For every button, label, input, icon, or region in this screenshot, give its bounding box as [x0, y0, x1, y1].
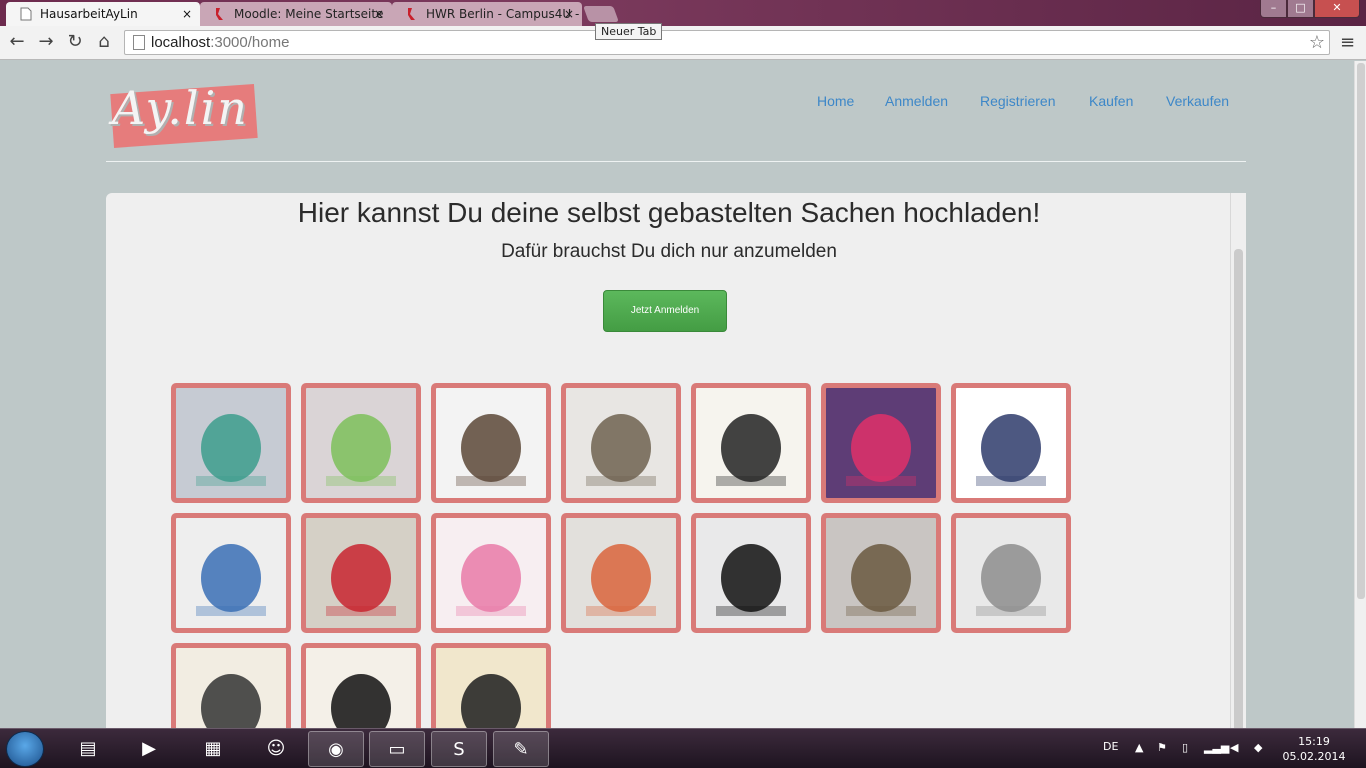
new-tab-tooltip: Neuer Tab: [595, 23, 663, 40]
nav-verkaufen[interactable]: Verkaufen: [1166, 93, 1229, 109]
owl-bed-decal-icon[interactable]: [956, 388, 1066, 498]
browser-titlebar: HausarbeitAyLin × Moodle: Meine Startsei…: [0, 0, 1366, 26]
bookmark-star-icon[interactable]: ☆: [1309, 32, 1325, 53]
tray-expand-icon[interactable]: ▲: [1135, 741, 1143, 754]
tab-hausarbeit[interactable]: HausarbeitAyLin ×: [6, 2, 200, 26]
scarf-icon[interactable]: [566, 388, 676, 498]
tab-close-icon[interactable]: ×: [182, 2, 192, 26]
header-divider: [106, 161, 1246, 162]
new-tab-button[interactable]: [583, 6, 619, 22]
login-cta-button[interactable]: Jetzt Anmelden: [603, 290, 727, 332]
chrome-menu-icon[interactable]: ≡: [1340, 32, 1355, 53]
browser-toolbar: ← → ↻ ⌂ localhost:3000/home ☆ ≡: [0, 26, 1366, 60]
chrome-icon[interactable]: ◉: [308, 731, 364, 767]
nav-kaufen[interactable]: Kaufen: [1089, 93, 1133, 109]
clock-date: 05.02.2014: [1282, 750, 1346, 763]
gallery-card[interactable]: [431, 643, 551, 729]
infinity-tote-icon[interactable]: [696, 518, 806, 628]
toolbox-icon[interactable]: ▦: [185, 731, 241, 767]
tassel-keychain-icon[interactable]: [176, 388, 286, 498]
back-icon[interactable]: ←: [6, 31, 28, 53]
panel-scrollbar[interactable]: [1230, 193, 1246, 729]
pacifier-chain-icon[interactable]: [436, 518, 546, 628]
tab-close-icon[interactable]: ×: [374, 2, 384, 26]
gallery-card[interactable]: [691, 513, 811, 633]
page-icon: [133, 35, 145, 50]
forward-icon[interactable]: →: [35, 31, 57, 53]
gallery-card[interactable]: [561, 513, 681, 633]
volume-icon[interactable]: ◀: [1230, 741, 1238, 754]
hwr-logo-icon: [408, 8, 415, 20]
address-bar[interactable]: localhost:3000/home ☆: [124, 30, 1330, 55]
chevron-pillow-chair-icon[interactable]: [956, 518, 1066, 628]
gallery-card[interactable]: [171, 643, 291, 729]
panel-scrollbar-thumb[interactable]: [1234, 249, 1243, 729]
page-scrollbar-thumb[interactable]: [1357, 63, 1365, 599]
page-title: Hier kannst Du deine selbst gebastelten …: [297, 197, 1041, 228]
start-button[interactable]: [6, 731, 44, 767]
file-explorer-icon[interactable]: ▤: [60, 731, 116, 767]
url-host: localhost: [151, 34, 211, 51]
gallery-card[interactable]: [301, 643, 421, 729]
url-path: :3000/home: [210, 34, 290, 51]
gallery-card[interactable]: [301, 513, 421, 633]
signal-icon[interactable]: ▂▃▅: [1204, 741, 1229, 754]
gallery-card[interactable]: [951, 513, 1071, 633]
clock-icon[interactable]: [696, 388, 806, 498]
language-indicator[interactable]: DE: [1103, 740, 1118, 753]
hwr-logo-icon: [216, 8, 223, 20]
media-player-icon[interactable]: ▶: [121, 731, 177, 767]
page-icon: [20, 7, 32, 21]
messenger-icon[interactable]: ☺: [248, 731, 304, 767]
owl-pouch-icon[interactable]: [826, 388, 936, 498]
url-text[interactable]: localhost:3000/home: [151, 34, 289, 51]
tab-hwr-campus[interactable]: HWR Berlin - Campus4U - ×: [392, 2, 582, 26]
tab-title: HWR Berlin - Campus4U -: [426, 7, 580, 21]
paint-icon[interactable]: ✎: [493, 731, 549, 767]
tab-title: Moodle: Meine Startseite: [234, 7, 384, 21]
mouse-door-icon[interactable]: [826, 518, 936, 628]
site-logo[interactable]: Ay.lin: [112, 81, 249, 135]
gallery-card[interactable]: [171, 383, 291, 503]
system-clock[interactable]: 15:19 05.02.2014: [1282, 734, 1346, 764]
clock-time: 15:19: [1298, 735, 1330, 748]
flower-fabric-bowl-icon[interactable]: [566, 518, 676, 628]
gallery-card[interactable]: [431, 383, 551, 503]
tab-title: HausarbeitAyLin: [40, 7, 138, 21]
gallery-card[interactable]: [431, 513, 551, 633]
page-scrollbar[interactable]: [1354, 61, 1366, 729]
sublime-text-icon[interactable]: S: [431, 731, 487, 767]
close-window-button[interactable]: ✕: [1314, 0, 1360, 18]
castle-key-rack-icon[interactable]: [176, 518, 286, 628]
hunger-tote-icon[interactable]: [306, 648, 416, 729]
dropbox-icon[interactable]: ◆: [1254, 741, 1262, 754]
tab-moodle[interactable]: Moodle: Meine Startseite ×: [200, 2, 392, 26]
owl-phone-case-icon[interactable]: [436, 648, 546, 729]
tab-close-icon[interactable]: ×: [564, 2, 574, 26]
reload-icon[interactable]: ↻: [64, 31, 86, 53]
polka-dot-bag-icon[interactable]: [306, 518, 416, 628]
gallery-card[interactable]: [821, 513, 941, 633]
brown-bag-icon[interactable]: [436, 388, 546, 498]
minimize-button[interactable]: –: [1260, 0, 1287, 18]
battery-icon[interactable]: ▯: [1182, 741, 1188, 754]
nav-home[interactable]: Home: [817, 93, 854, 109]
action-center-flag-icon[interactable]: ⚑: [1157, 741, 1167, 754]
gallery-card[interactable]: [821, 383, 941, 503]
gallery-card[interactable]: [951, 383, 1071, 503]
gallery-card[interactable]: [561, 383, 681, 503]
nav-registrieren[interactable]: Registrieren: [980, 93, 1055, 109]
tote-bag-text-icon[interactable]: [176, 648, 286, 729]
windows-taskbar: ▤ ▶ ▦ ☺ ◉ ▭ S ✎ DE ▲ ⚑ ▯ ▂▃▅ ◀ ◆ 15:19 05.02.20…: [0, 728, 1366, 768]
gallery-card[interactable]: [301, 383, 421, 503]
gallery-card[interactable]: [171, 513, 291, 633]
home-icon[interactable]: ⌂: [93, 31, 115, 53]
command-prompt-icon[interactable]: ▭: [369, 731, 425, 767]
gallery-card[interactable]: [691, 383, 811, 503]
maximize-button[interactable]: □: [1287, 0, 1314, 18]
page-viewport: Ay.lin Home Anmelden Registrieren Kaufen…: [0, 61, 1354, 729]
nav-anmelden[interactable]: Anmelden: [885, 93, 948, 109]
page-subtitle: Dafür brauchst Du dich nur anzumelden: [501, 241, 837, 262]
owl-plush-icon[interactable]: [306, 388, 416, 498]
